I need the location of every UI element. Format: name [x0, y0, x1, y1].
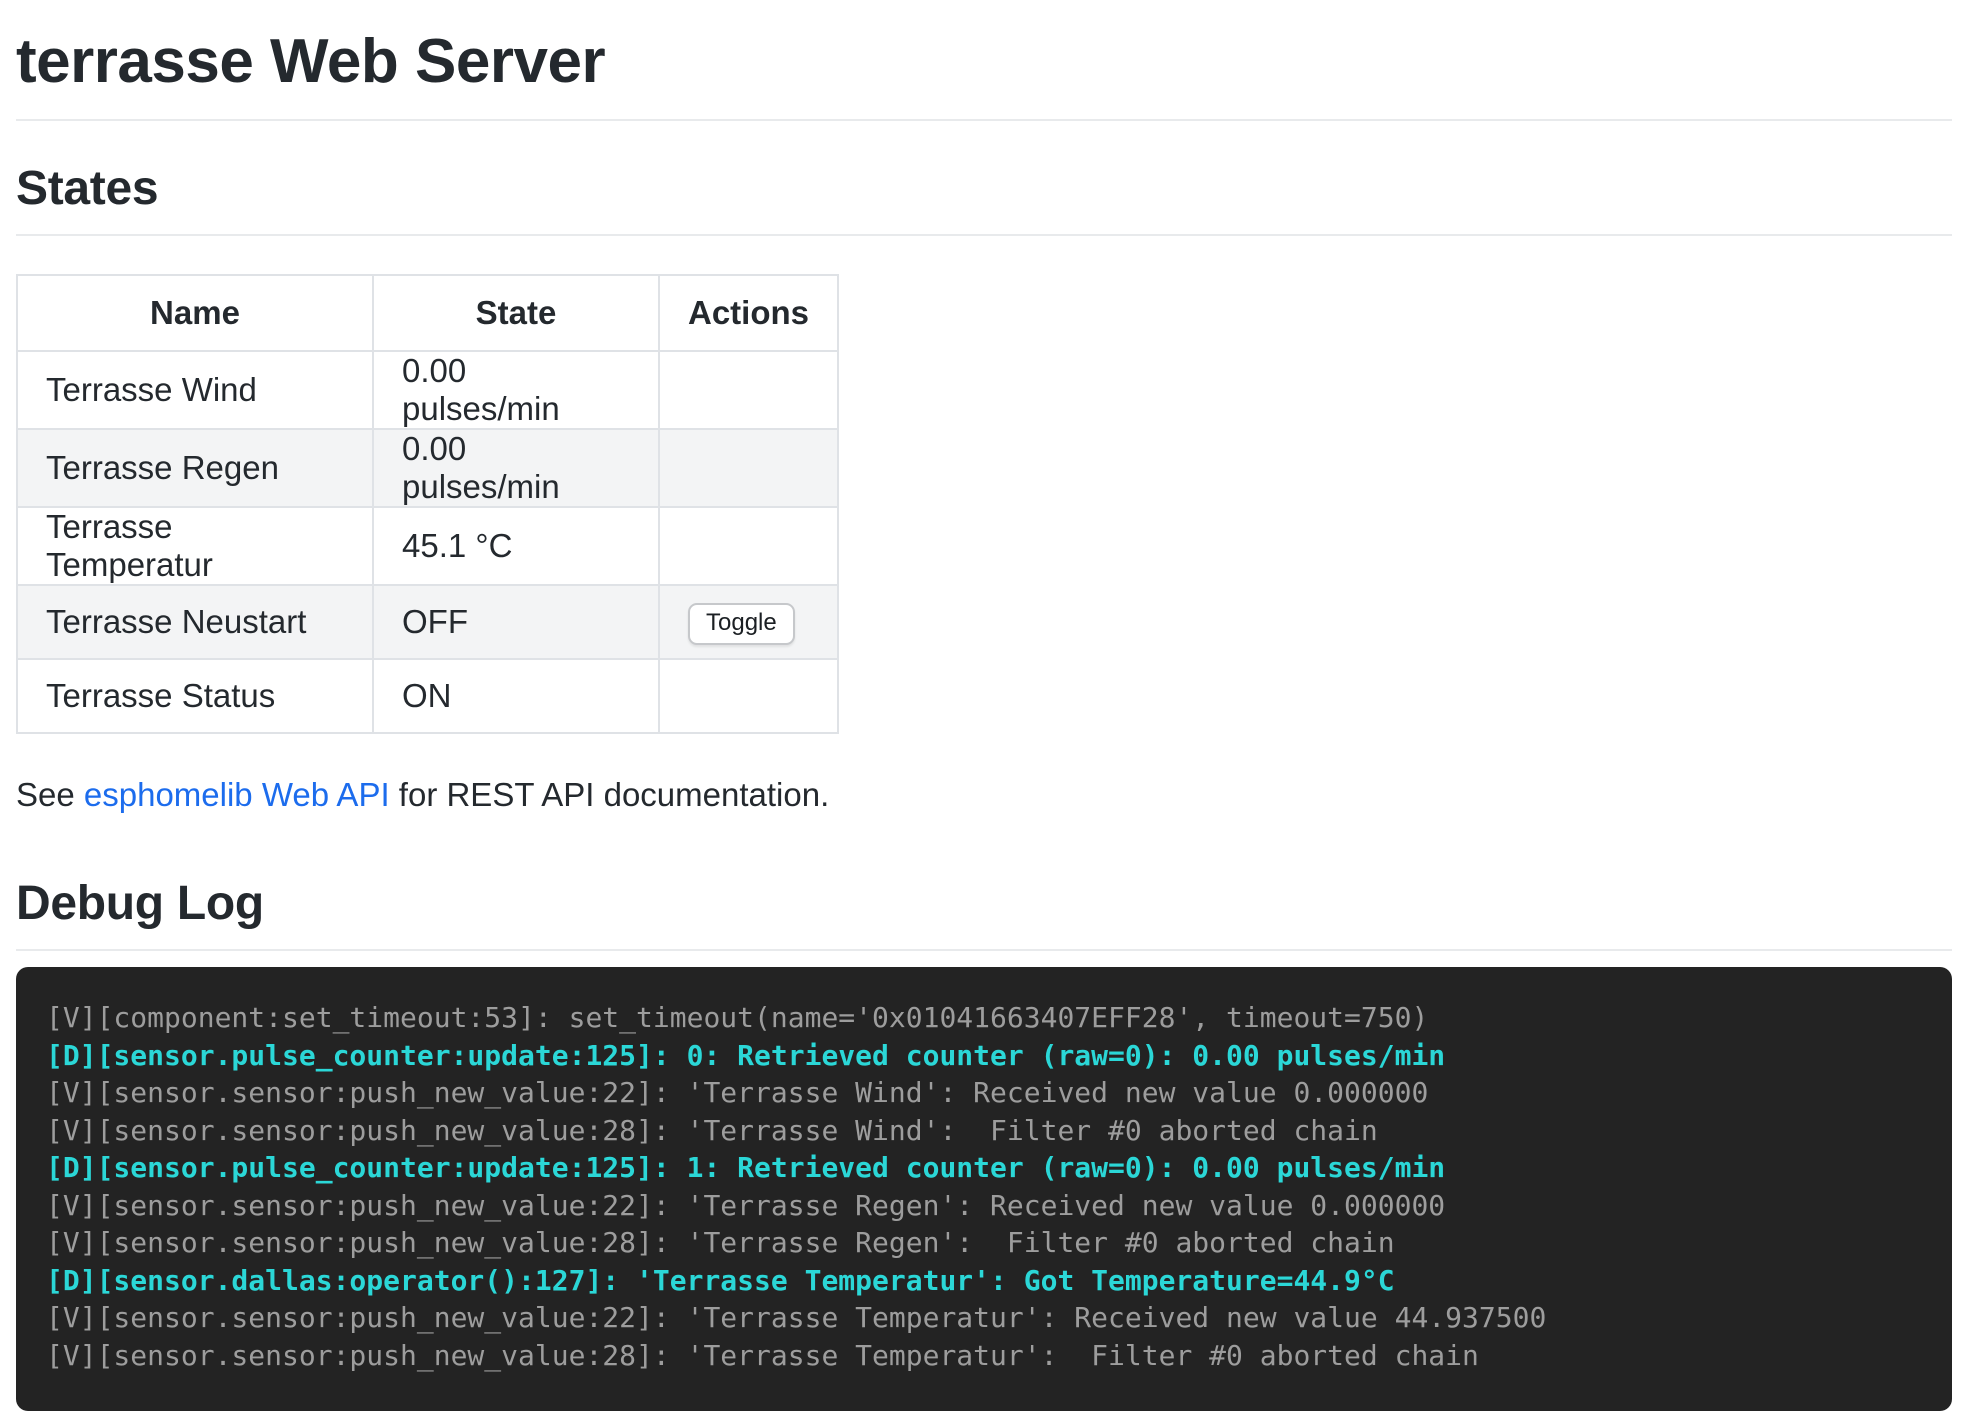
entity-actions-cell	[659, 507, 838, 585]
column-header-actions: Actions	[659, 275, 838, 351]
log-line: [D][sensor.pulse_counter:update:125]: 0:…	[46, 1037, 1922, 1075]
entity-state-cell: 0.00 pulses/min	[373, 429, 659, 507]
column-header-state: State	[373, 275, 659, 351]
entity-actions-cell: Toggle	[659, 585, 838, 659]
table-row: Terrasse Wind 0.00 pulses/min	[17, 351, 838, 429]
page-title: terrasse Web Server	[16, 26, 1952, 121]
table-row: Terrasse Temperatur 45.1 °C	[17, 507, 838, 585]
entity-name-cell: Terrasse Neustart	[17, 585, 373, 659]
column-header-name: Name	[17, 275, 373, 351]
table-row: Terrasse Neustart OFF Toggle	[17, 585, 838, 659]
states-table: Name State Actions Terrasse Wind 0.00 pu…	[16, 274, 839, 734]
log-line: [V][sensor.sensor:push_new_value:22]: 'T…	[46, 1074, 1922, 1112]
entity-actions-cell	[659, 351, 838, 429]
table-header-row: Name State Actions	[17, 275, 838, 351]
entity-state-cell: 0.00 pulses/min	[373, 351, 659, 429]
log-line: [V][component:set_timeout:53]: set_timeo…	[46, 999, 1922, 1037]
table-row: Terrasse Status ON	[17, 659, 838, 733]
api-note-prefix: See	[16, 776, 84, 813]
entity-state-cell: ON	[373, 659, 659, 733]
debug-log-panel: [V][component:set_timeout:53]: set_timeo…	[16, 967, 1952, 1411]
api-documentation-note: See esphomelib Web API for REST API docu…	[16, 776, 1952, 814]
table-row: Terrasse Regen 0.00 pulses/min	[17, 429, 838, 507]
entity-name-cell: Terrasse Regen	[17, 429, 373, 507]
entity-state-cell: OFF	[373, 585, 659, 659]
api-note-suffix: for REST API documentation.	[390, 776, 830, 813]
entity-actions-cell	[659, 659, 838, 733]
log-line: [V][sensor.sensor:push_new_value:28]: 'T…	[46, 1112, 1922, 1150]
states-heading: States	[16, 161, 1952, 236]
log-line: [V][sensor.sensor:push_new_value:28]: 'T…	[46, 1337, 1922, 1375]
entity-actions-cell	[659, 429, 838, 507]
log-line: [V][sensor.sensor:push_new_value:22]: 'T…	[46, 1299, 1922, 1337]
toggle-button[interactable]: Toggle	[688, 603, 795, 645]
entity-name-cell: Terrasse Temperatur	[17, 507, 373, 585]
entity-state-cell: 45.1 °C	[373, 507, 659, 585]
log-line: [D][sensor.pulse_counter:update:125]: 1:…	[46, 1149, 1922, 1187]
log-line: [D][sensor.dallas:operator():127]: 'Terr…	[46, 1262, 1922, 1300]
log-line: [V][sensor.sensor:push_new_value:22]: 'T…	[46, 1187, 1922, 1225]
entity-name-cell: Terrasse Wind	[17, 351, 373, 429]
debug-log-heading: Debug Log	[16, 876, 1952, 951]
esphomelib-web-api-link[interactable]: esphomelib Web API	[84, 776, 390, 813]
log-line: [V][sensor.sensor:push_new_value:28]: 'T…	[46, 1224, 1922, 1262]
entity-name-cell: Terrasse Status	[17, 659, 373, 733]
